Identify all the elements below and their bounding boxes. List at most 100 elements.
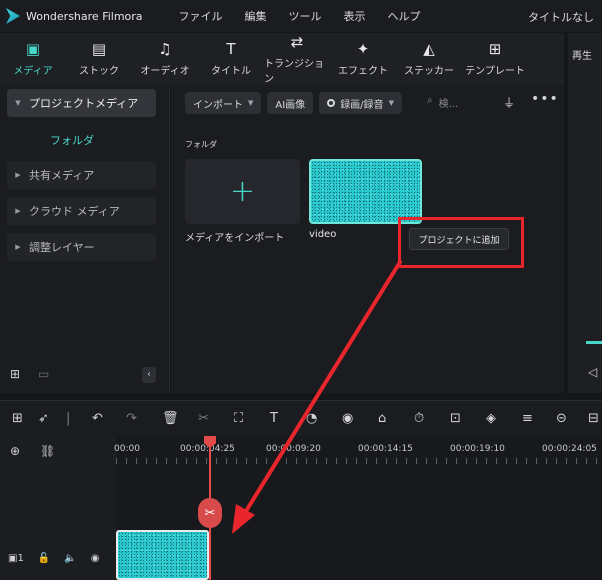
search-field[interactable]: ⌕ 検... — [427, 95, 458, 110]
sidebar-item-cloud-media[interactable]: ▶ クラウド メディア — [7, 197, 156, 225]
tab-stock[interactable]: ▤ ストック — [66, 33, 132, 85]
select-arrow-icon[interactable]: ➶ — [38, 411, 49, 426]
caret-right-icon: ▶ — [15, 171, 21, 179]
add-track-icon[interactable]: ⊕ — [10, 444, 20, 458]
player-panel: 再生 ◁ — [568, 33, 602, 393]
import-label: インポート — [193, 99, 243, 111]
import-dropdown[interactable]: インポート ▼ — [185, 92, 262, 114]
import-media-label: メディアをインポート — [185, 233, 285, 244]
split-scissors-icon[interactable]: ✂ — [198, 498, 222, 528]
menu-edit[interactable]: 編集 — [245, 8, 267, 24]
caret-right-icon: ▶ — [15, 207, 21, 215]
tab-title-label: タイトル — [211, 66, 251, 77]
collapse-panel-icon[interactable]: ‹ — [142, 367, 156, 383]
stabilize-icon[interactable]: ⌂ — [378, 411, 386, 426]
main-toolbar: ▣ メディア ▤ ストック ♫ オーディオ T タイトル ⇄ トランジション ✦… — [0, 33, 564, 85]
music-note-icon: ♫ — [158, 40, 172, 58]
tab-media-label: メディア — [13, 66, 53, 77]
adjust-sliders-icon[interactable]: ≡ — [522, 411, 533, 426]
sidebar-project-media-label: プロジェクトメディア — [29, 97, 139, 110]
menu-help[interactable]: ヘルプ — [388, 8, 421, 24]
sidebar-cloud-label: クラウド メディア — [29, 205, 120, 218]
timer-icon[interactable]: ⏱ — [414, 411, 424, 426]
annotation-highlight-box — [398, 217, 524, 268]
video-label: video — [309, 229, 337, 240]
sidebar-folder[interactable]: フォルダ — [50, 132, 94, 148]
tick-label: 00:00:24:05 — [542, 444, 597, 454]
import-media-card[interactable]: + — [185, 159, 300, 224]
chevron-down-icon: ▼ — [248, 99, 254, 107]
tab-audio-label: オーディオ — [140, 66, 190, 77]
filmora-logo-icon — [6, 8, 20, 24]
tab-title[interactable]: T タイトル — [198, 33, 264, 85]
player-progress-bar[interactable] — [586, 341, 602, 344]
window-title: タイトルなし — [528, 11, 594, 24]
delete-icon[interactable]: 🗑 — [162, 411, 179, 426]
tab-templates[interactable]: ⊞ テンプレート — [462, 33, 528, 85]
timeline-ruler[interactable]: 00:00 00:00:04:25 00:00:09:20 00:00:14:1… — [114, 436, 602, 466]
speaker-icon[interactable]: 🔈 — [64, 553, 76, 564]
video-clip[interactable] — [116, 530, 209, 580]
menu-file[interactable]: ファイル — [179, 8, 223, 24]
redo-icon[interactable]: ↷ — [126, 411, 137, 426]
folder-icon[interactable]: ▭ — [38, 367, 49, 381]
timeline-toolbar: ⊞ ➶ | ↶ ↷ 🗑 ✂ ⛶ T ◔ ◉ ⌂ ⏱ ⊡ ◈ ≡ ⊝ ⊟ — [0, 400, 602, 436]
color-palette-icon[interactable]: ◉ — [342, 411, 353, 426]
tab-stickers-label: ステッカー — [404, 66, 454, 77]
video-track[interactable] — [116, 466, 602, 580]
tab-effects[interactable]: ✦ エフェクト — [330, 33, 396, 85]
text-icon[interactable]: T — [270, 411, 278, 426]
tab-templates-label: テンプレート — [465, 66, 525, 77]
stock-icon: ▤ — [91, 40, 107, 58]
record-label: 録画/録音 — [340, 99, 384, 111]
tick-label: 00:00:09:20 — [266, 444, 321, 454]
undo-icon[interactable]: ↶ — [92, 411, 103, 426]
search-placeholder: 検... — [438, 99, 459, 110]
play-back-icon[interactable]: ◁ — [588, 365, 597, 379]
cut-icon[interactable]: ✂ — [198, 411, 209, 426]
keyframe-icon[interactable]: ◈ — [486, 411, 496, 426]
speed-icon[interactable]: ◔ — [306, 411, 317, 426]
media-sidebar: ▼ プロジェクトメディア フォルダ ▶ 共有メディア ▶ クラウド メディア ▶… — [0, 85, 170, 393]
title-bar: Wondershare Filmora ファイル 編集 ツール 表示 ヘルプ タ… — [0, 0, 602, 32]
menu-tools[interactable]: ツール — [289, 8, 322, 24]
tab-stickers[interactable]: ◭ ステッカー — [396, 33, 462, 85]
app-name: Wondershare Filmora — [26, 9, 143, 23]
sticker-icon: ◭ — [423, 40, 435, 58]
tick-label: 00:00:14:15 — [358, 444, 413, 454]
sidebar-item-project-media[interactable]: ▼ プロジェクトメディア — [7, 89, 156, 117]
sidebar-footer: ⊞ ▭ ‹ — [10, 367, 160, 387]
audio-detach-icon[interactable]: ⊝ — [556, 411, 567, 426]
tab-transition[interactable]: ⇄ トランジション — [264, 33, 330, 85]
player-label: 再生 — [572, 51, 592, 62]
tab-transition-label: トランジション — [264, 58, 324, 85]
more-options-icon[interactable]: ••• — [531, 91, 559, 107]
sidebar-item-adjustment-layer[interactable]: ▶ 調整レイヤー — [7, 233, 156, 261]
eye-icon[interactable]: ◉ — [91, 553, 100, 564]
tab-stock-label: ストック — [79, 66, 119, 77]
track-number: 1 — [17, 553, 24, 564]
tab-effects-label: エフェクト — [338, 66, 388, 77]
new-folder-icon[interactable]: ⊞ — [10, 367, 20, 381]
menu-bar: ファイル 編集 ツール 表示 ヘルプ — [179, 8, 421, 24]
caret-right-icon: ▶ — [15, 243, 21, 251]
search-icon: ⌕ — [427, 95, 433, 106]
lock-icon[interactable]: 🔓 — [38, 553, 50, 564]
tab-audio[interactable]: ♫ オーディオ — [132, 33, 198, 85]
link-icon[interactable]: ⛓ — [40, 444, 55, 458]
ruler-ticks — [116, 458, 602, 464]
crop-icon[interactable]: ⛶ — [234, 411, 243, 426]
record-dropdown[interactable]: 録画/録音 ▼ — [319, 92, 402, 114]
divider: | — [66, 411, 71, 426]
more-tools-icon[interactable]: ⊟ — [588, 411, 599, 426]
menu-view[interactable]: 表示 — [344, 8, 366, 24]
video-thumbnail[interactable] — [309, 159, 422, 224]
tick-label: 00:00:19:10 — [450, 444, 505, 454]
sidebar-shared-label: 共有メディア — [29, 169, 95, 182]
ai-image-button[interactable]: AI画像 — [267, 92, 314, 114]
sidebar-item-shared-media[interactable]: ▶ 共有メディア — [7, 161, 156, 189]
fit-frame-icon[interactable]: ⊡ — [450, 411, 461, 426]
layout-grid-icon[interactable]: ⊞ — [12, 411, 23, 426]
tab-media[interactable]: ▣ メディア — [0, 33, 66, 85]
filter-icon[interactable]: ⏚ — [503, 94, 515, 111]
